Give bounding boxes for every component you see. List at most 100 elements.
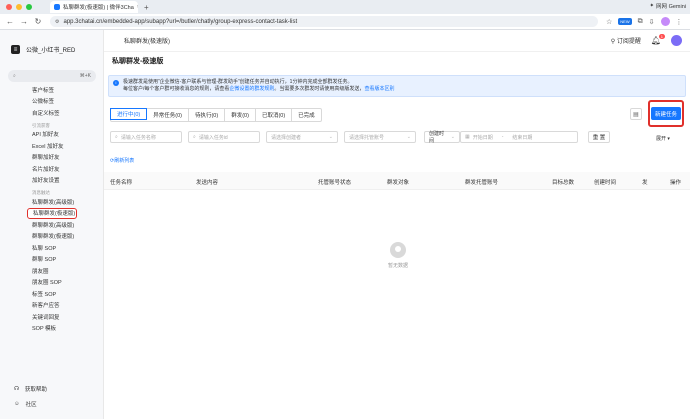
notice-text-a: 每位客户/每个客户群可接收消息的规则，请查看 [123,86,230,92]
headset-icon: ☊ [14,386,19,392]
empty-box-icon [390,242,406,258]
search-icon: ⌕ [13,73,16,79]
sidebar-item[interactable]: SOP 模板 [0,323,104,335]
export-icon[interactable]: ▤ [630,108,642,120]
task-id-placeholder: 请输入任务id [198,134,228,141]
calendar-icon: ▦ [465,134,470,140]
sidebar-search[interactable]: ⌕ ⌘+K [8,70,96,82]
brand-logo-icon: ≡ [11,45,20,54]
column-header: 群发对象 [387,180,410,186]
sidebar-item[interactable]: 公微标签 [0,96,104,108]
minimize-window-button[interactable] [16,4,22,10]
url-input[interactable]: ⚙ app.3chatai.cn/embedded-app/subapp?url… [50,16,598,27]
sidebar-group-label: 引流获客 [32,122,50,128]
search-shortcut: ⌘+K [79,73,91,79]
task-name-input[interactable]: ⌕ 请输入任务名称 [110,131,182,143]
task-name-placeholder: 请输入任务名称 [120,134,156,141]
time-type-select[interactable]: 创建时间 ⌄ [424,131,460,144]
empty-text: 暂无数据 [387,263,408,269]
star-icon[interactable]: ☆ [606,18,612,26]
reset-button[interactable]: 重 置 [588,131,610,143]
sidebar-item[interactable]: 名片加好友 [0,163,104,175]
info-icon: i [113,80,119,86]
notification-bell-icon[interactable]: 🔔︎ 1 [651,34,665,45]
sidebar-item[interactable]: 加好友设置 [0,175,104,187]
gemini-icon: ✦ [649,3,655,9]
brand[interactable]: ≡ 公微_小红书_RED [11,45,75,54]
profile-avatar[interactable] [660,17,670,26]
sidebar-item[interactable]: 标签 SOP [0,288,104,300]
sidebar-item[interactable]: 私聊群发(高级版) [0,196,104,208]
tab-close-icon[interactable]: × [137,4,138,10]
notice-text-b: 。当需要多次群发时请使用高级版发送， [274,86,365,92]
extensions-icon[interactable]: ⧉ [638,18,643,26]
sidebar-item[interactable]: Excel 加好友 [0,140,104,152]
version-diff-link[interactable]: 查看版本区别 [364,86,394,92]
hosting-account-select[interactable]: 请选择托管账号 ⌄ [344,131,416,143]
table-header: 任务名称 发送内容 托管账号状态 群发对象 群发托管账号 目标总数 创建时间 发 操作 [104,172,690,190]
browser-tab-title: 私聊群发(极速版) | 微伴3Cha [63,5,134,11]
sidebar-menu: 客户标签 公微标签 自定义标签引流获客 API 加好友 Excel 加好友 群聊加好友 名片… [0,84,104,334]
status-tab[interactable]: 群发(0) [225,109,256,121]
filter-bar: ⌕ 请输入任务名称 ⌕ 请输入任务id 请选择创建者 ⌄ 请选择托管账号 ⌄ 创建时间 ⌄… [110,131,684,144]
status-tab[interactable]: 已完成 [292,109,321,121]
site-info-icon[interactable]: ⚙ [55,19,59,25]
status-tab[interactable]: 异常任务(0) [147,109,189,121]
date-range-picker[interactable]: ▦ 开始日期 - 结束日期 [460,131,578,143]
create-task-highlight: 新建任务 [648,100,684,127]
download-icon[interactable]: ⇩ [649,18,655,26]
community-link[interactable]: ☺ 社区 [14,400,94,408]
subscribe-button[interactable]: ⚲ 订阅提醒 [611,36,641,45]
status-tab[interactable]: 待执行(0) [189,109,226,121]
column-header: 群发托管账号 [465,180,499,186]
help-link[interactable]: ☊ 获取帮助 [14,385,94,393]
top-bar: 私聊群发(极速版) ⚲ 订阅提醒 🔔︎ 1 [104,30,690,52]
sidebar-item[interactable]: 群聊 SOP [0,254,104,266]
group-send-rules-link[interactable]: 企微设置的群发规则 [229,86,274,92]
sidebar-item[interactable]: API 加好友 [0,129,104,141]
create-task-button[interactable]: 新建任务 [651,107,681,120]
back-icon[interactable]: ← [6,17,14,26]
user-avatar[interactable] [671,35,682,46]
profile-chip[interactable]: ✦ 网网 Gemini [649,2,686,10]
url-text: app.3chatai.cn/embedded-app/subapp?url=/… [63,18,298,25]
close-window-button[interactable] [6,4,12,10]
community-label: 社区 [25,402,37,408]
sidebar-item[interactable]: 群聊群发(高级版) [0,219,104,231]
zoom-window-button[interactable] [26,4,32,10]
help-label: 获取帮助 [24,387,47,393]
chevron-down-icon: ⌄ [406,134,411,140]
forward-icon[interactable]: → [20,17,28,26]
sidebar-item[interactable]: 私聊群发(极速版) [27,207,77,219]
subscribe-label: 订阅提醒 [616,39,641,45]
window-controls[interactable] [6,4,32,10]
notice-line-2: 每位客户/每个客户群可接收消息的规则，请查看企微设置的群发规则。当需要多次群发时… [123,86,679,93]
sidebar-item[interactable]: 群聊群发(极速版) [0,231,104,243]
status-tab[interactable]: 已取消(0) [256,109,293,121]
column-header: 操作 [670,180,682,186]
reload-icon[interactable]: ↻ [34,17,42,26]
menu-icon[interactable]: ⋮ [676,18,683,26]
creator-select[interactable]: 请选择创建者 ⌄ [266,131,338,143]
status-tab[interactable]: 进行中(0) [110,108,148,120]
column-header: 目标总数 [552,180,575,186]
sidebar-item[interactable]: 客户标签 [0,84,104,96]
task-id-input[interactable]: ⌕ 请输入任务id [188,131,260,143]
sidebar-item[interactable]: 关键词回复 [0,311,104,323]
sidebar-item[interactable]: 群聊加好友 [0,152,104,164]
page-title: 私聊群发-极速版 [112,58,164,65]
expand-filters-button[interactable]: 展开 ▾ [656,135,670,142]
sidebar-item[interactable]: 新客户应答 [0,300,104,312]
sidebar-item[interactable]: 私聊 SOP [0,242,104,254]
column-header: 创建时间 [594,180,617,186]
sidebar: ≡ 公微_小红书_RED ⌕ ⌘+K 客户标签 公微标签 自定义标签引流获客 API … [0,30,104,419]
browser-tab[interactable]: 私聊群发(极速版) | 微伴3Cha × [50,1,138,13]
sidebar-item[interactable]: 自定义标签 [0,107,104,119]
sidebar-item[interactable]: 朋友圈 SOP [0,277,104,289]
refresh-list-button[interactable]: ⟳刷新列表 [110,157,134,164]
search-icon: ⌕ [115,134,118,140]
main-content: 私聊群发(极速版) ⚲ 订阅提醒 🔔︎ 1 私聊群发-极速版 i 极速群发是使用“… [104,30,690,419]
new-tab-button[interactable]: + [144,3,149,12]
column-header: 发送内容 [196,180,219,186]
sidebar-item[interactable]: 朋友圈 [0,265,104,277]
